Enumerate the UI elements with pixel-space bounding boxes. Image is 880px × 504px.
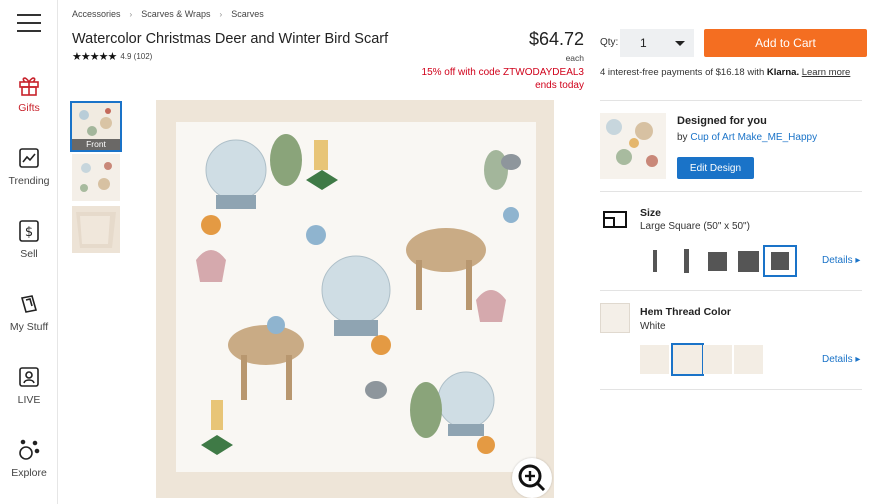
nav-item-my-stuff[interactable]: My Stuff [0,292,58,333]
left-nav-rail: Gifts Trending $ Sell My Stuff LIVE Expl… [0,0,58,504]
chevron-right-icon: ▸ [855,255,861,266]
nav-label: LIVE [17,394,41,406]
quantity-value: 1 [640,36,647,50]
hem-option-4[interactable] [734,345,763,374]
review-count: (102) [133,52,153,61]
thumb-label: Front [72,139,120,150]
hem-option-1[interactable] [640,345,669,374]
design-title: Designed for you [677,115,767,127]
hem-swatch-icon [600,303,630,333]
breadcrumb-link[interactable]: Scarves & Wraps [141,9,210,19]
size-option-2[interactable] [671,247,701,275]
rating-value: 4.9 [120,52,132,61]
nav-label: Gifts [18,102,40,114]
design-preview-image[interactable] [600,113,666,179]
nav-item-live[interactable]: LIVE [0,365,58,406]
chevron-right-icon: › [219,9,223,19]
scarf-thumbnail-image [72,154,120,201]
size-option-3[interactable] [702,247,732,275]
details-label: Details [822,354,853,365]
gallery-thumb-front[interactable]: Front [70,101,122,152]
menu-icon[interactable] [17,14,41,32]
edit-design-button[interactable]: Edit Design [677,157,754,179]
zoom-button[interactable] [512,458,552,498]
design-author: by Cup of Art Make_ME_Happy [677,132,817,143]
qty-label: Qty: [600,37,619,48]
quantity-select[interactable]: 1 [620,29,694,57]
klarna-logo: Klarna. [766,67,800,78]
add-to-cart-button[interactable]: Add to Cart [704,29,867,57]
installments-info: 4 interest-free payments of $16.18 with … [600,67,850,78]
hem-value: White [640,321,666,332]
author-link[interactable]: Cup of Art Make_ME_Happy [690,132,817,143]
details-label: Details [822,255,853,266]
hem-option-2[interactable] [671,343,704,376]
product-rating[interactable]: ★★★★★ 4.9 (102) [72,50,152,63]
trending-icon [19,148,39,168]
live-icon [19,367,39,387]
hem-title: Hem Thread Color [640,306,732,318]
zoom-in-icon [518,464,546,492]
size-title: Size [640,207,662,219]
explore-icon [19,439,40,460]
design-by-label: by [677,132,688,143]
installments-text: 4 interest-free payments of $16.18 with [600,67,765,78]
divider [600,290,862,291]
divider [600,100,862,101]
product-price: $64.72 [528,29,584,49]
promo-line: 15% off with code ZTWODAYDEAL3 [421,67,584,78]
svg-text:$: $ [25,225,33,240]
promo-text: 15% off with code ZTWODAYDEAL3 ends toda… [422,66,584,92]
caret-down-icon [675,41,685,46]
scarf-artwork-image [156,100,554,498]
chevron-right-icon: ▸ [855,354,861,365]
size-icon [603,211,627,228]
gallery-thumb-3[interactable] [72,206,120,253]
divider [600,191,862,192]
nav-label: Sell [20,248,38,260]
size-value: Large Square (50" x 50") [640,221,750,232]
gallery-thumb-2[interactable] [72,154,120,201]
size-option-1[interactable] [640,247,670,275]
nav-item-gifts[interactable]: Gifts [0,73,58,114]
breadcrumb: Accessories › Scarves & Wraps › Scarves [72,9,264,19]
divider [600,389,862,390]
breadcrumb-link[interactable]: Scarves [231,9,264,19]
product-title: Watercolor Christmas Deer and Winter Bir… [72,31,389,47]
size-option-4[interactable] [733,247,763,275]
nav-label: Trending [8,175,50,187]
sell-icon: $ [19,220,39,242]
hem-option-3[interactable] [703,345,732,374]
gift-icon [19,77,39,96]
nav-item-sell[interactable]: $ Sell [0,219,58,260]
design-artwork-image [600,113,666,179]
my-stuff-icon [20,295,38,313]
star-rating-icon: ★★★★★ [72,51,117,63]
size-option-5[interactable] [763,245,797,277]
learn-more-link[interactable]: Learn more [802,67,851,78]
nav-item-trending[interactable]: Trending [0,146,58,187]
hem-details-link[interactable]: Details ▸ [822,354,860,365]
nav-label: My Stuff [9,321,49,333]
size-details-link[interactable]: Details ▸ [822,255,860,266]
breadcrumb-link[interactable]: Accessories [72,9,121,19]
nav-item-explore[interactable]: Explore [0,438,58,479]
scarf-folded-image [72,206,120,253]
price-unit: each [565,53,584,63]
chevron-right-icon: › [129,9,133,19]
nav-label: Explore [11,467,47,479]
product-main-image[interactable] [156,100,554,498]
promo-line: ends today [535,80,584,91]
